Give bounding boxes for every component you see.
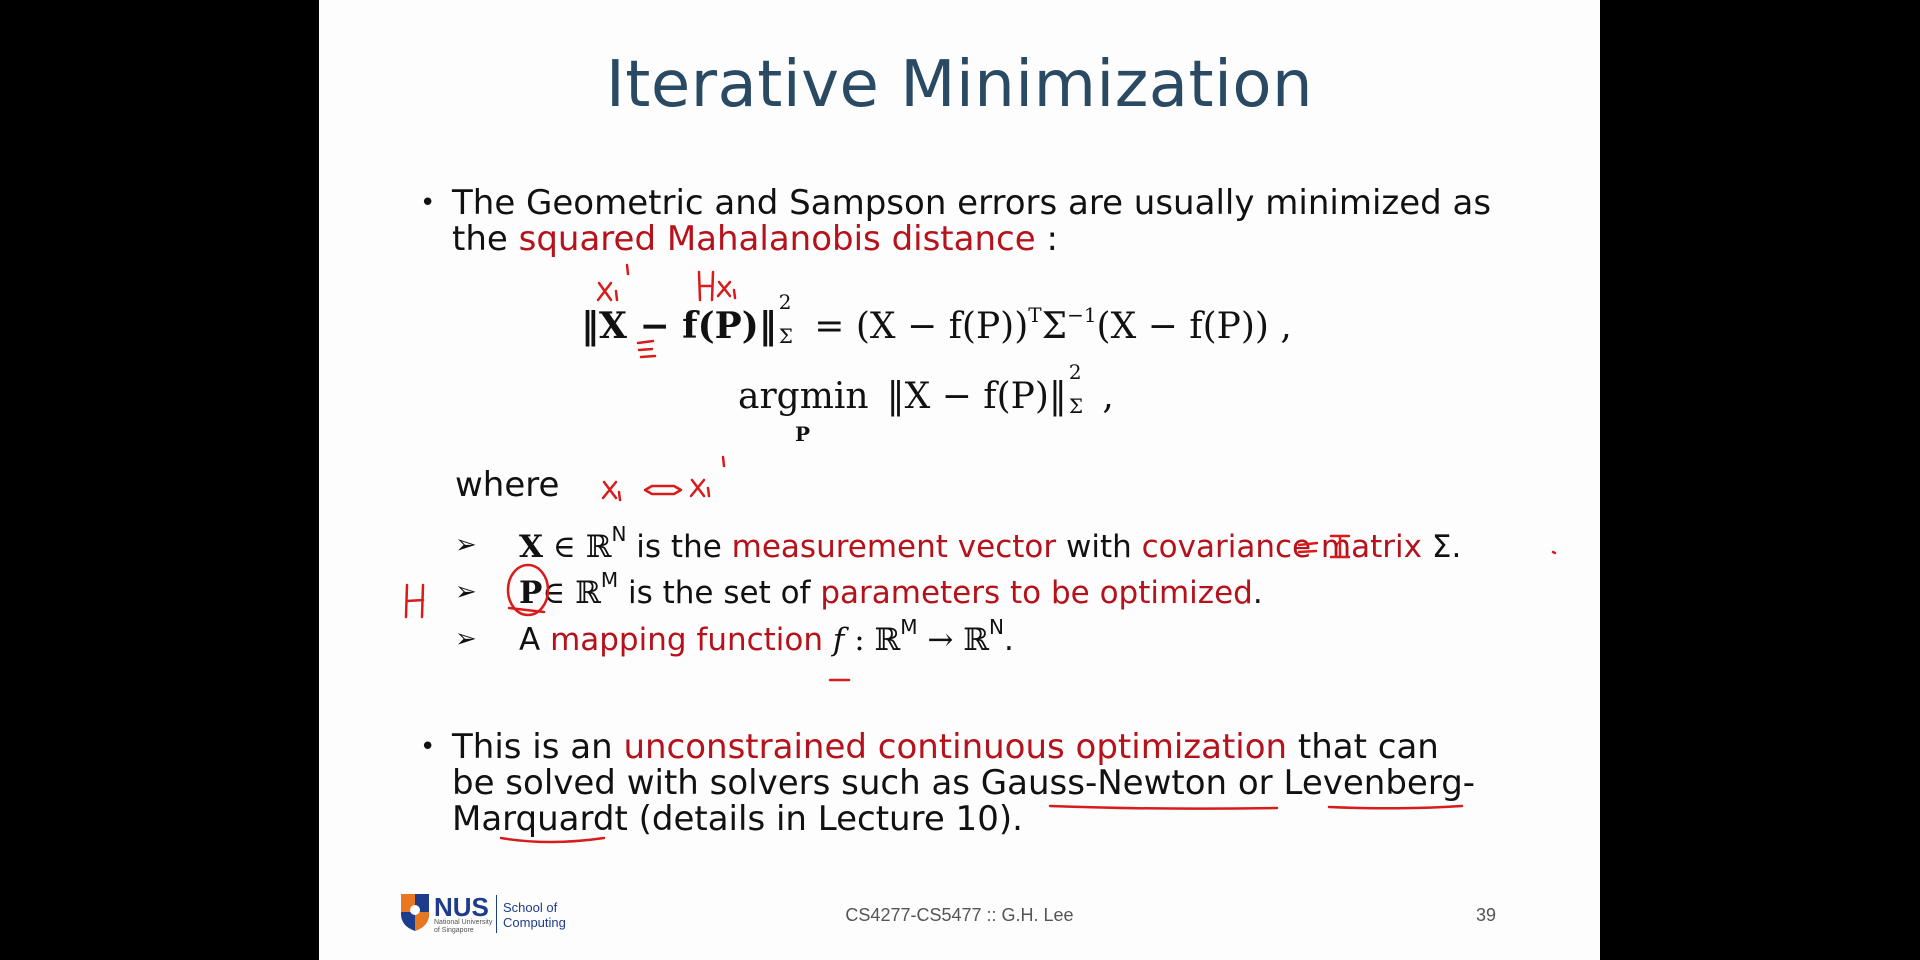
bullet-dot: • bbox=[420, 188, 436, 218]
slide-title: Iterative Minimization bbox=[605, 48, 1314, 122]
highlight-mahalanobis: squared Mahalanobis distance bbox=[518, 219, 1036, 259]
bullet1-line2: the squared Mahalanobis distance : bbox=[452, 219, 1058, 259]
item-parameters: P∈ ℝM is the set of parameters to be opt… bbox=[519, 568, 1263, 611]
item-measurement: X ∈ ℝN is the measurement vector with co… bbox=[519, 522, 1462, 565]
item-mapping: A mapping function f : ℝM → ℝN. bbox=[519, 615, 1014, 658]
arrow-bullet-icon: ➢ bbox=[455, 530, 477, 560]
bullet2-line2: be solved with solvers such as Gauss-New… bbox=[452, 763, 1476, 803]
arrow-bullet-icon: ➢ bbox=[455, 577, 477, 607]
bullet-dot: • bbox=[420, 732, 436, 762]
where-label: where bbox=[455, 465, 560, 505]
equation-argmin: argmin ‖X − f(P)‖ 2 Σ , bbox=[738, 360, 1114, 418]
bullet1-line1: The Geometric and Sampson errors are usu… bbox=[452, 183, 1492, 223]
slide: Iterative Minimization • The Geometric a… bbox=[319, 0, 1600, 960]
highlight-optimization: unconstrained continuous optimization bbox=[623, 727, 1288, 767]
bullet2-line3: Marquardt (details in Lecture 10). bbox=[452, 799, 1023, 839]
footer-course: CS4277-CS5477 :: G.H. Lee bbox=[845, 905, 1074, 925]
argmin-subscript: P bbox=[795, 422, 811, 446]
arrow-bullet-icon: ➢ bbox=[455, 624, 477, 654]
bullet2-line1: This is an unconstrained continuous opti… bbox=[452, 727, 1439, 767]
page-number: 39 bbox=[1476, 905, 1497, 925]
equation-mahalanobis: ‖X − f(P)‖ 2 Σ = (X − f(P))TΣ−1(X − f(P)… bbox=[581, 290, 1292, 348]
